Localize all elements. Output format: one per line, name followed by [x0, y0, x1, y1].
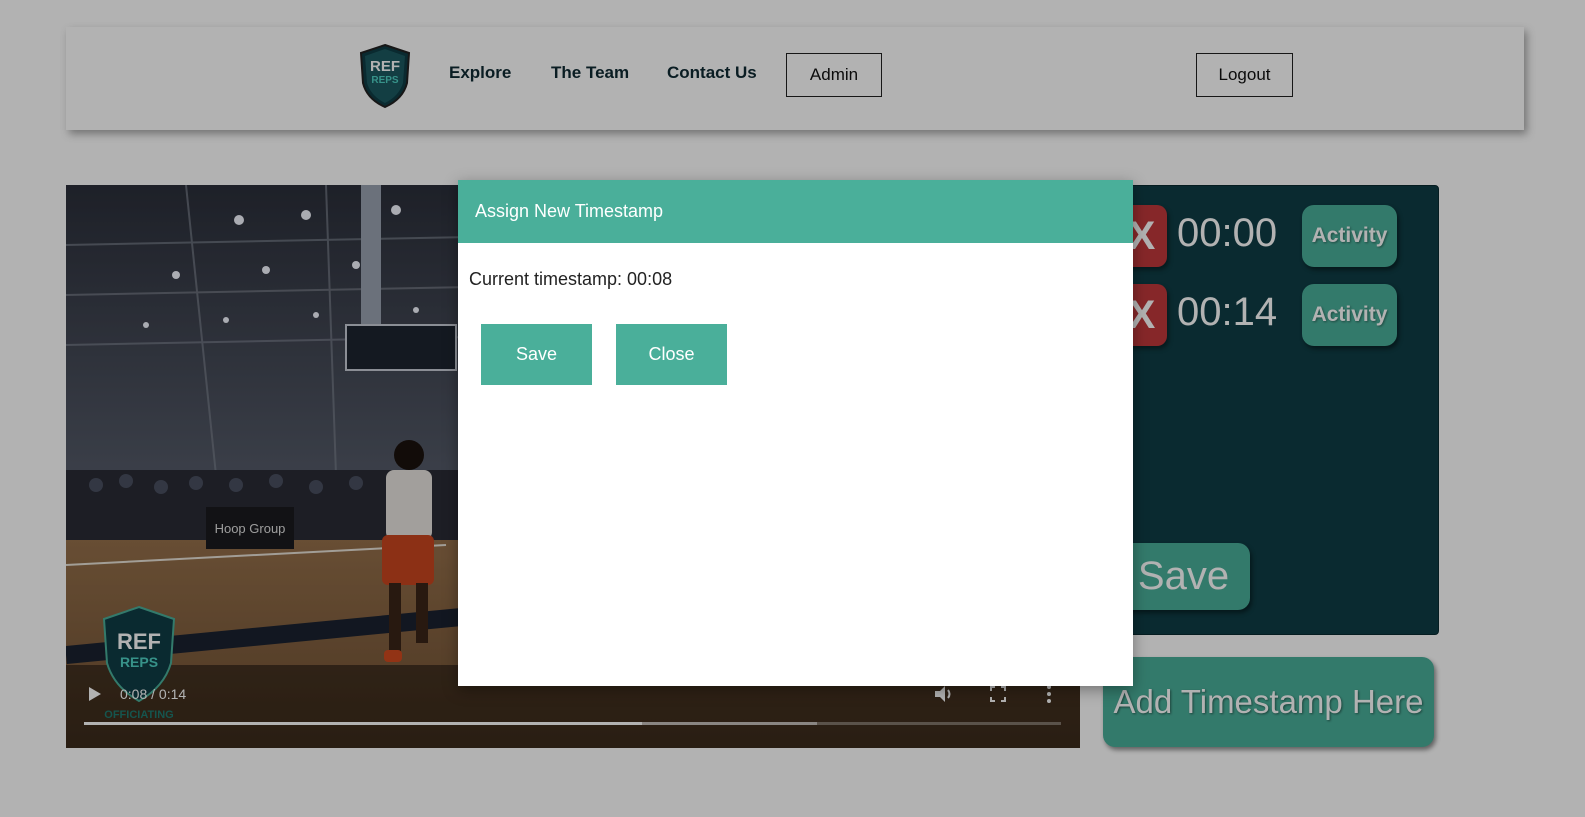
modal-header: Assign New Timestamp: [458, 180, 1133, 243]
modal-save-button[interactable]: Save: [481, 324, 592, 385]
modal-title: Assign New Timestamp: [475, 201, 664, 221]
assign-timestamp-modal: Assign New Timestamp Current timestamp: …: [458, 180, 1133, 686]
modal-close-button[interactable]: Close: [616, 324, 727, 385]
current-timestamp-text: Current timestamp: 00:08: [469, 269, 673, 289]
